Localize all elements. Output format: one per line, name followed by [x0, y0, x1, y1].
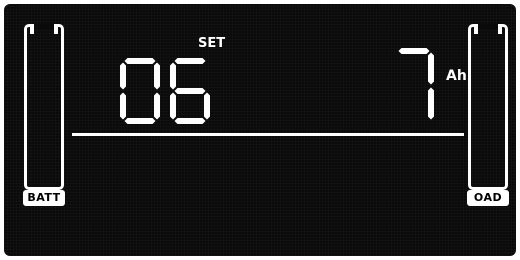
- seven-segment-digit: [398, 48, 434, 120]
- load-gauge-label: OAD: [467, 190, 509, 206]
- ups-lcd-panel: BATT OAD SET 06 7 Ah: [4, 4, 516, 256]
- segment-b: [154, 62, 160, 90]
- setting-value-text: 7: [4, 4, 5, 5]
- segment-g: [174, 88, 206, 94]
- segment-a: [398, 48, 430, 54]
- segment-a: [124, 58, 156, 64]
- setting-item-code-text: 06: [4, 4, 5, 5]
- seven-segment-digit: [170, 58, 210, 124]
- segment-c: [428, 87, 434, 120]
- segment-d: [124, 118, 156, 124]
- segment-e: [170, 92, 176, 120]
- battery-level-gauge: [24, 24, 64, 190]
- set-mode-label: SET: [198, 36, 226, 51]
- display-divider-line: [72, 133, 464, 136]
- segment-a: [174, 58, 206, 64]
- segment-c: [154, 92, 160, 120]
- segment-e: [120, 92, 126, 120]
- segment-b: [428, 52, 434, 85]
- unit-label: Ah: [446, 68, 467, 84]
- segment-d: [174, 118, 206, 124]
- load-level-gauge: [468, 24, 508, 190]
- segment-f: [120, 62, 126, 90]
- segment-c: [204, 92, 210, 120]
- battery-gauge-label: BATT: [23, 190, 65, 206]
- seven-segment-digit: [120, 58, 160, 124]
- segment-f: [170, 62, 176, 90]
